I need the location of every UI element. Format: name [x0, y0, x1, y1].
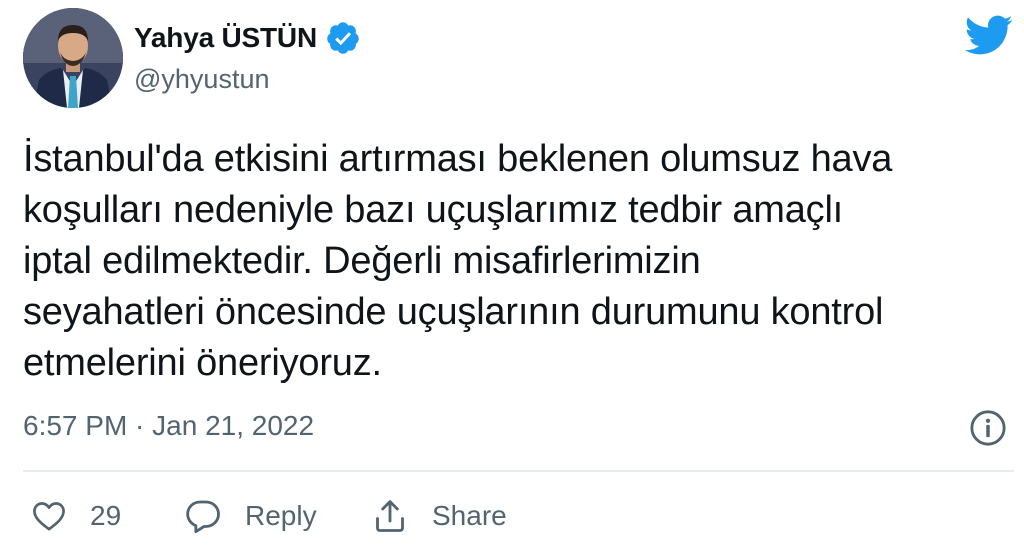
- author-name-row[interactable]: Yahya ÜSTÜN: [134, 20, 361, 56]
- reply-button[interactable]: Reply: [183, 490, 317, 542]
- profile-photo: [23, 8, 123, 108]
- author-handle[interactable]: @yhyustun: [134, 64, 269, 95]
- tweet-timestamp[interactable]: 6:57 PM · Jan 21, 2022: [23, 410, 314, 442]
- tweet-text-line: koşulları nedeniyle bazı uçuşlarımız ted…: [23, 189, 844, 231]
- avatar[interactable]: [23, 8, 123, 108]
- like-button[interactable]: 29: [30, 490, 121, 542]
- tweet-text-line: seyahatleri öncesinde uçuşlarının durumu…: [23, 291, 884, 333]
- speech-bubble-icon: [186, 500, 220, 534]
- info-icon[interactable]: [969, 409, 1007, 447]
- twitter-bird-icon[interactable]: [962, 14, 1014, 56]
- share-arrow-icon: [376, 500, 404, 532]
- tweet-text: İstanbul'da etkisini artırması beklenen …: [23, 134, 1013, 389]
- heart-icon: [33, 502, 65, 531]
- tweet-text-line: etmelerini öneriyoruz.: [23, 342, 382, 384]
- tweet-card: Yahya ÜSTÜN @yhyustun İstanbul'da etkisi…: [0, 0, 1024, 548]
- share-button[interactable]: Share: [370, 490, 507, 542]
- share-label: Share: [432, 500, 507, 531]
- verified-badge-icon: [327, 22, 359, 54]
- tweet-text-line: İstanbul'da etkisini artırması beklenen …: [23, 138, 893, 180]
- reply-label: Reply: [245, 500, 317, 531]
- tweet-actions: 29 Reply Share: [0, 490, 1024, 542]
- tweet-text-line: iptal edilmektedir. Değerli misafirlerim…: [23, 240, 701, 282]
- like-count: 29: [90, 500, 122, 531]
- divider: [23, 470, 1014, 472]
- display-name[interactable]: Yahya ÜSTÜN: [134, 22, 317, 54]
